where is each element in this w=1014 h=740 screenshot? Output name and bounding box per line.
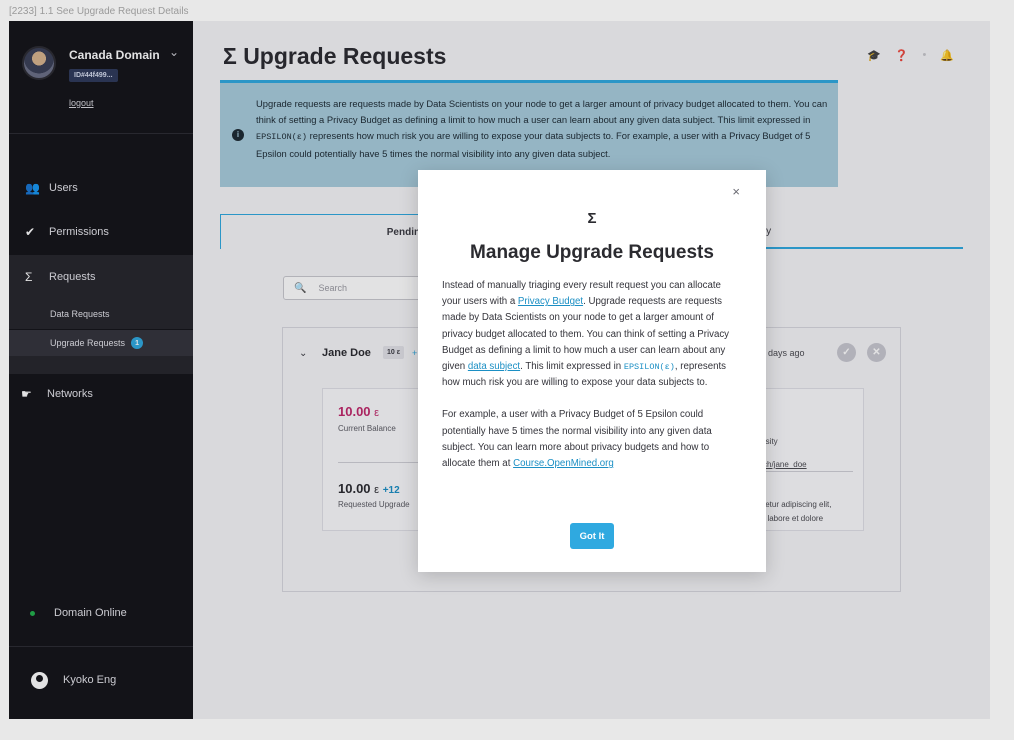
modal-paragraph: Instead of manually triaging every resul… (442, 280, 730, 389)
got-it-button[interactable]: Got It (570, 523, 614, 549)
upgrade-requests-modal: × Σ Manage Upgrade Requests Instead of m… (418, 170, 766, 572)
course-link[interactable]: Course.OpenMined.org (513, 458, 614, 469)
close-icon[interactable]: × (732, 184, 740, 199)
modal-paragraph: For example, a user with a Privacy Budge… (442, 409, 712, 470)
data-subject-link[interactable]: data subject (468, 361, 520, 372)
sigma-icon: Σ (587, 210, 597, 227)
frame-label: [2233] 1.1 See Upgrade Request Details (9, 6, 189, 17)
modal-body: Instead of manually triaging every resul… (442, 278, 742, 472)
modal-title: Manage Upgrade Requests (470, 242, 714, 263)
epsilon-code: EPSILON(ε) (623, 362, 675, 373)
privacy-budget-link[interactable]: Privacy Budget (518, 296, 583, 307)
